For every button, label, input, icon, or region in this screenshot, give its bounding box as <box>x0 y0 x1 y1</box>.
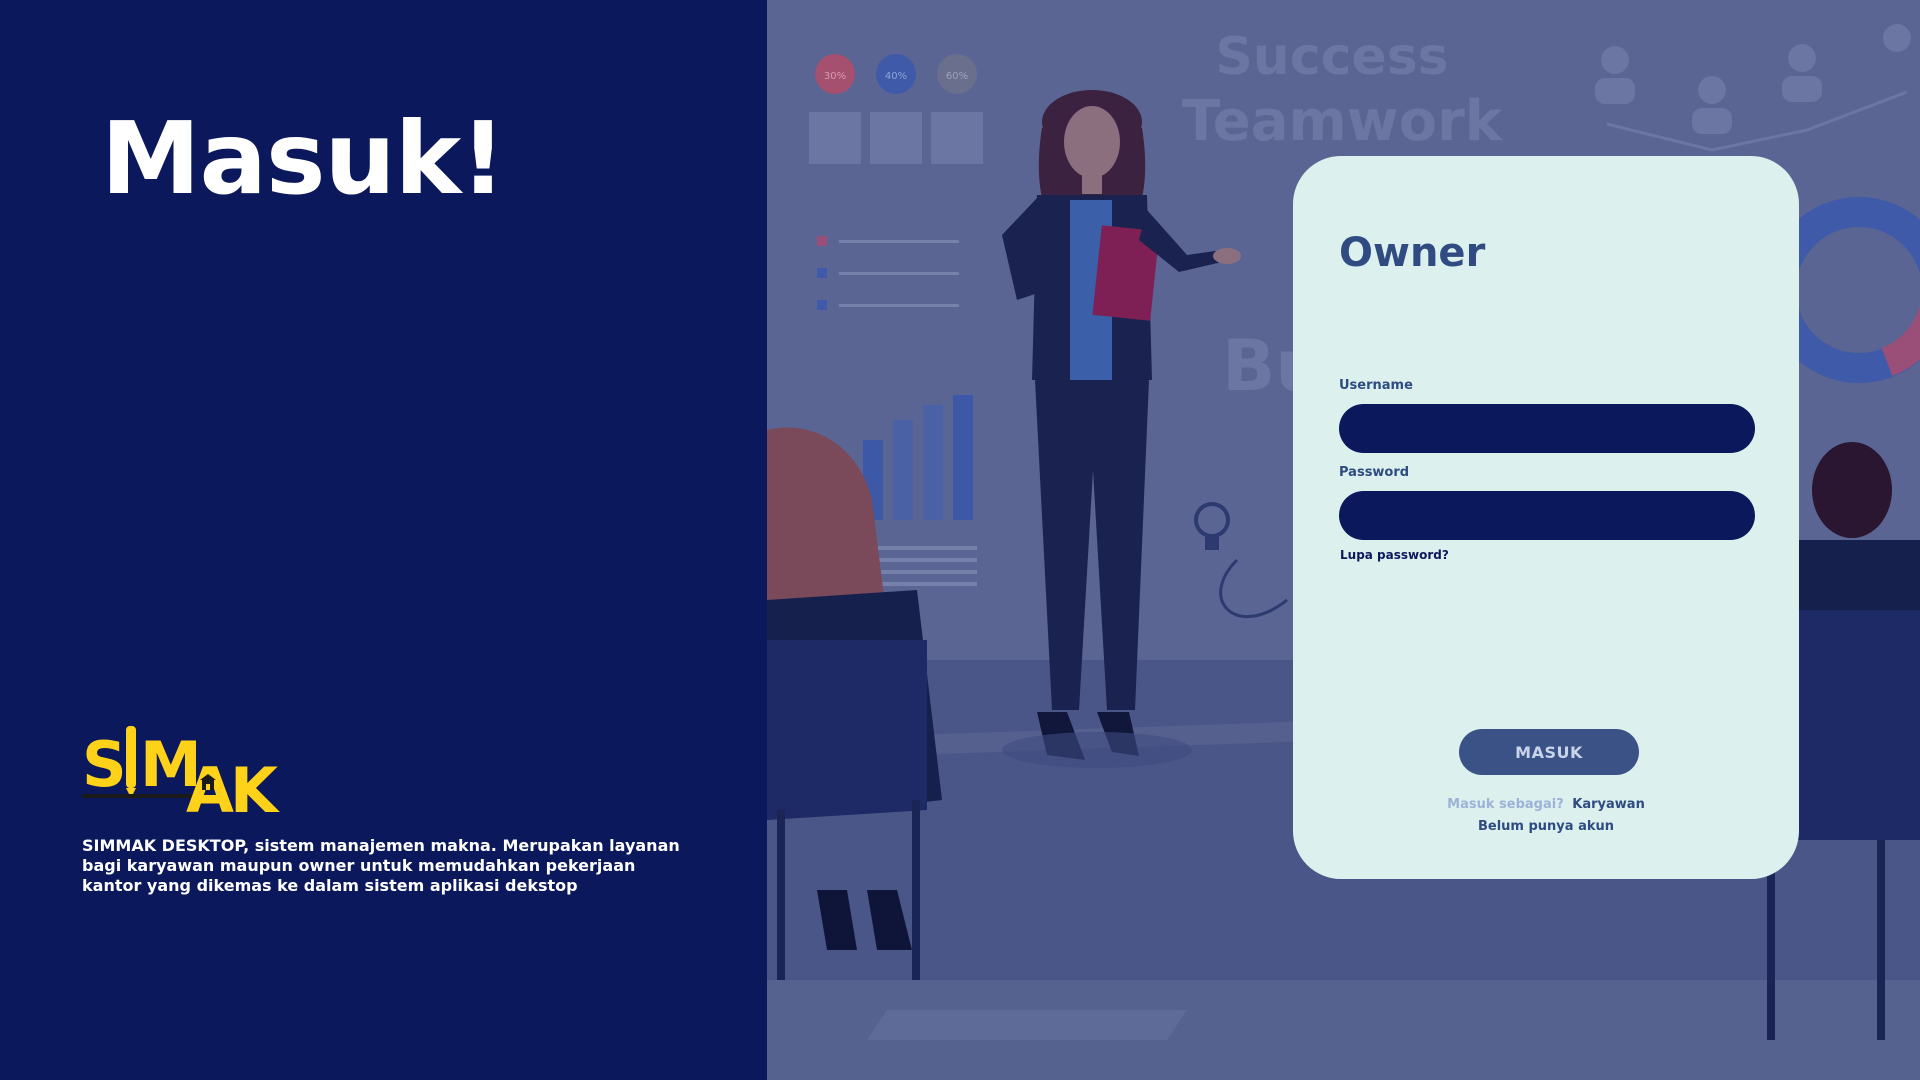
pin-label-3: 60% <box>946 71 968 82</box>
switch-role-line: Masuk sebagai? Karyawan <box>1293 797 1799 813</box>
app-description: SIMMAK DESKTOP, sistem manajemen makna. … <box>82 836 680 895</box>
pin-label-2: 40% <box>885 71 907 82</box>
login-submit-button[interactable]: MASUK <box>1459 729 1639 775</box>
pin-label-1: 30% <box>824 71 846 82</box>
page-title: Masuk! <box>101 100 506 217</box>
switch-role-prompt: Masuk sebagai? <box>1447 797 1564 812</box>
login-card: Owner Username Password Lupa password? M… <box>1293 156 1799 879</box>
switch-role-link[interactable]: Karyawan <box>1572 797 1645 812</box>
board-title-2: Teamwork <box>1182 89 1504 154</box>
login-role-title: Owner <box>1339 230 1486 276</box>
username-input[interactable] <box>1339 404 1755 453</box>
board-title-1: Success <box>1215 27 1448 87</box>
simmak-logo: S M AK <box>82 724 284 827</box>
svg-text:S: S <box>82 728 123 801</box>
register-link[interactable]: Belum punya akun <box>1293 819 1799 835</box>
password-input[interactable] <box>1339 491 1755 540</box>
password-label: Password <box>1339 465 1410 480</box>
svg-text:AK: AK <box>186 754 280 816</box>
username-label: Username <box>1339 378 1413 393</box>
forgot-password-link[interactable]: Lupa password? <box>1340 548 1449 563</box>
left-panel: Masuk! S M AK SIMMAK DESKTOP, sistem man… <box>0 0 767 1080</box>
